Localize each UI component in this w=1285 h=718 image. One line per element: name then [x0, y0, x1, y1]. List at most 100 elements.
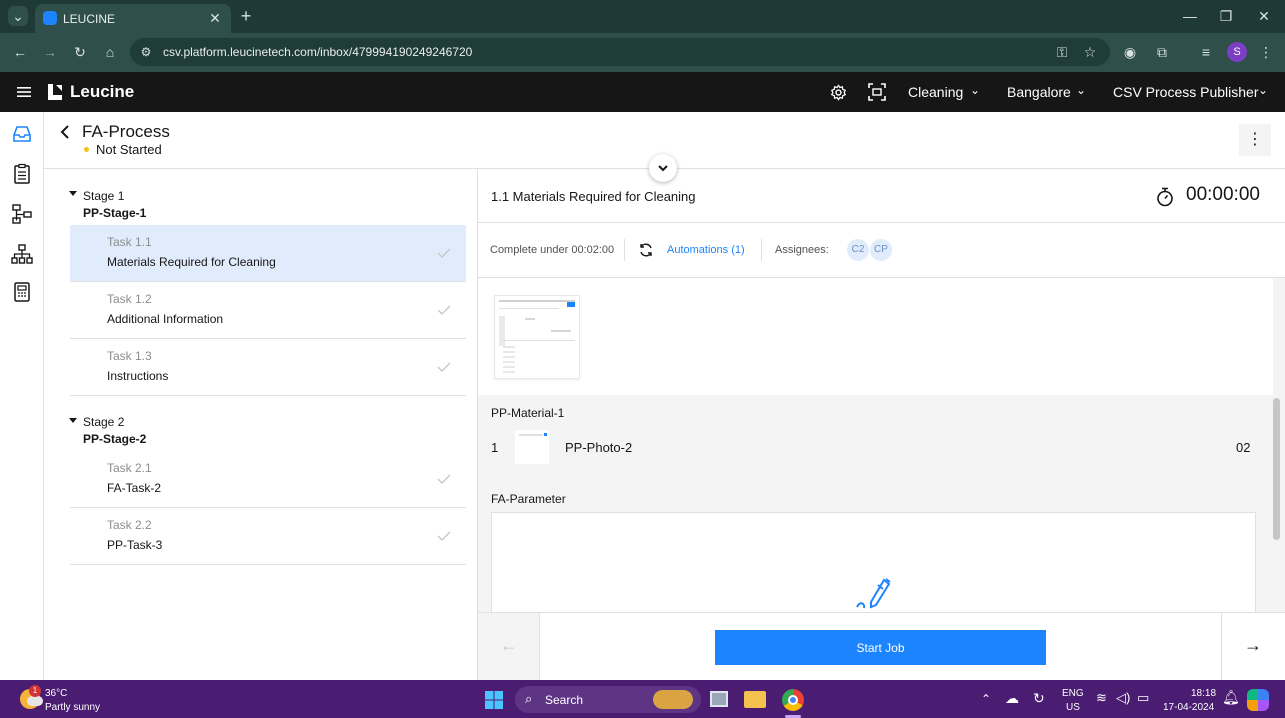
- sync-icon[interactable]: ↻: [1033, 690, 1045, 707]
- task-view-icon[interactable]: [710, 691, 728, 707]
- task-row[interactable]: Task 1.2 Additional Information: [70, 282, 466, 339]
- stage-label: Stage 1: [83, 189, 125, 203]
- stage-name: PP-Stage-2: [83, 432, 147, 446]
- task-row[interactable]: Task 2.2 PP-Task-3: [70, 508, 466, 565]
- browser-menu-icon[interactable]: ⋮: [1258, 42, 1274, 62]
- bookmark-star-icon[interactable]: ☆: [1080, 42, 1100, 62]
- address-bar[interactable]: ⚙ csv.platform.leucinetech.com/inbox/479…: [130, 38, 1110, 66]
- battery-icon[interactable]: ▭: [1137, 690, 1149, 706]
- clock-date[interactable]: 17-04-2024: [1163, 702, 1214, 713]
- window-close-icon[interactable]: ✕: [1254, 6, 1274, 26]
- task-row[interactable]: Task 1.3 Instructions: [70, 339, 466, 396]
- restore-icon[interactable]: ❐: [1216, 6, 1236, 26]
- site-info-icon[interactable]: ⚙: [136, 42, 156, 62]
- task-row[interactable]: Task 2.1 FA-Task-2: [70, 451, 466, 508]
- checklist-icon[interactable]: [10, 162, 34, 186]
- more-options-button[interactable]: ⋮: [1239, 124, 1271, 156]
- thumbnail-image: [499, 316, 505, 346]
- facility-chevron-down-icon[interactable]: ⌄: [970, 83, 980, 97]
- meta-divider: [761, 239, 762, 261]
- media-control-icon[interactable]: ≡: [1196, 42, 1216, 62]
- automations-link[interactable]: Automations (1): [667, 244, 745, 256]
- volume-icon[interactable]: ◁): [1116, 690, 1130, 706]
- inbox-icon[interactable]: [10, 122, 34, 146]
- wifi-icon[interactable]: ≋: [1096, 690, 1107, 706]
- notification-bell-icon[interactable]: 🔔︎: [1222, 689, 1240, 706]
- check-icon: [437, 531, 451, 541]
- minimize-icon[interactable]: —: [1180, 6, 1200, 26]
- tray-chevron-up-icon[interactable]: ⌃: [981, 692, 991, 706]
- language-bottom[interactable]: US: [1066, 702, 1080, 713]
- task-name: Materials Required for Cleaning: [107, 255, 276, 269]
- instruction-image-area: [478, 278, 1273, 395]
- task-content: PP-Material-1 1 PP-Photo-2 02 FA-Paramet…: [478, 278, 1285, 612]
- browser-tab-bar: ⌄ LEUCINE ✕ + — ❐ ✕: [0, 0, 1285, 33]
- search-highlight-icon: [653, 690, 693, 709]
- side-nav-rail: [0, 112, 44, 680]
- file-explorer-icon[interactable]: [744, 691, 766, 708]
- thumbnail-image: [544, 433, 547, 436]
- hamburger-menu-icon[interactable]: [16, 84, 32, 100]
- site-chevron-down-icon[interactable]: ⌄: [1076, 83, 1086, 97]
- assignee-avatar[interactable]: CP: [870, 239, 892, 261]
- onedrive-cloud-icon[interactable]: ☁: [1005, 690, 1019, 707]
- extensions-puzzle-icon[interactable]: ⧉: [1152, 42, 1172, 62]
- windows-start-icon[interactable]: [484, 690, 504, 710]
- forward-icon[interactable]: →: [40, 42, 60, 62]
- refresh-automation-icon[interactable]: [638, 242, 654, 258]
- brand-name: Leucine: [70, 82, 135, 101]
- reload-icon[interactable]: ↻: [70, 42, 90, 62]
- taskbar-search-placeholder: Search: [545, 693, 584, 707]
- profile-avatar[interactable]: S: [1227, 42, 1247, 62]
- start-job-label: Start Job: [856, 641, 905, 655]
- next-task-button[interactable]: →: [1221, 613, 1285, 681]
- stage-expand-icon[interactable]: [69, 191, 77, 196]
- material-index: 1: [491, 440, 499, 455]
- content-scrollbar[interactable]: [1273, 398, 1280, 540]
- facility-selector[interactable]: Cleaning: [908, 84, 963, 100]
- copilot-icon[interactable]: [1247, 689, 1269, 711]
- process-flow-icon[interactable]: [10, 202, 34, 226]
- reports-icon[interactable]: [10, 280, 34, 304]
- task-name: FA-Task-2: [107, 481, 162, 495]
- password-key-icon[interactable]: ⚿: [1052, 42, 1072, 62]
- check-icon: [437, 474, 451, 484]
- material-photo-thumbnail[interactable]: [515, 430, 549, 464]
- language-top[interactable]: ENG: [1062, 688, 1084, 699]
- tab-search-icon[interactable]: ⌄: [8, 6, 28, 26]
- home-icon[interactable]: ⌂: [100, 42, 120, 62]
- previous-task-button[interactable]: ←: [478, 613, 540, 681]
- collapse-header-toggle[interactable]: [649, 154, 677, 182]
- assignee-initials: CP: [874, 244, 888, 255]
- arrow-right-icon: →: [1244, 635, 1262, 655]
- task-number: Task 2.1: [107, 461, 152, 475]
- stage-expand-icon[interactable]: [69, 418, 77, 423]
- role-chevron-down-icon[interactable]: ⌄: [1258, 83, 1268, 97]
- search-icon: ⌕: [525, 691, 533, 706]
- tab-close-icon[interactable]: ✕: [205, 8, 225, 28]
- instruction-thumbnail[interactable]: [494, 295, 580, 379]
- material-quantity: 02: [1236, 440, 1251, 455]
- role-selector[interactable]: CSV Process Publisher: [1113, 84, 1259, 100]
- scan-code-icon[interactable]: [868, 83, 886, 101]
- site-selector[interactable]: Bangalore: [1007, 84, 1071, 100]
- start-job-button[interactable]: Start Job: [715, 630, 1046, 665]
- back-icon[interactable]: ←: [10, 42, 30, 62]
- chevron-down-icon: [658, 165, 668, 172]
- check-icon: [437, 248, 451, 258]
- back-chevron-icon[interactable]: [58, 124, 72, 140]
- task-number: Task 1.2: [107, 292, 152, 306]
- task-row[interactable]: Task 1.1 Materials Required for Cleaning: [70, 225, 466, 282]
- arrow-left-icon: ←: [500, 635, 518, 655]
- taskbar-search-box[interactable]: ⌕ Search: [515, 686, 701, 713]
- browser-tab[interactable]: LEUCINE ✕: [35, 4, 231, 33]
- signature-parameter-box[interactable]: [491, 512, 1256, 612]
- assignee-avatar[interactable]: C2: [847, 239, 869, 261]
- settings-gear-icon[interactable]: [830, 84, 847, 101]
- camera-extension-icon[interactable]: ◉: [1120, 42, 1140, 62]
- hierarchy-icon[interactable]: [10, 242, 34, 266]
- new-tab-icon[interactable]: +: [236, 6, 256, 26]
- chrome-taskbar-icon[interactable]: [782, 689, 804, 711]
- badge-count: 1: [32, 686, 38, 695]
- clock-time[interactable]: 18:18: [1191, 688, 1216, 699]
